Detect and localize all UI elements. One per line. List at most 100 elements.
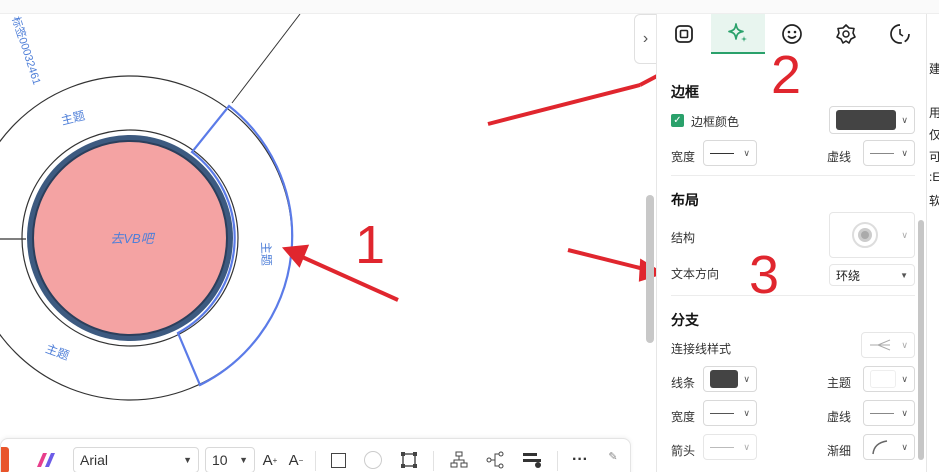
font-family-value: Arial xyxy=(80,452,109,468)
tab-theme[interactable] xyxy=(819,14,873,54)
arrow-select[interactable]: ∨ xyxy=(703,434,757,460)
sparkle-icon xyxy=(728,23,747,42)
chevron-right-icon: › xyxy=(642,30,649,47)
chevron-down-icon: ∨ xyxy=(743,147,750,158)
side-text: 可 xyxy=(929,148,939,165)
topic-color-label: 主题 xyxy=(827,376,852,390)
fill-style-icon[interactable] xyxy=(519,447,545,472)
more-button[interactable]: ··· xyxy=(567,447,593,472)
panel-scrollbar[interactable] xyxy=(918,220,924,460)
divider xyxy=(671,295,915,296)
taper-curve-icon xyxy=(872,440,888,455)
subtopic-label-bottom[interactable]: 主题 xyxy=(44,342,71,363)
chevron-down-icon: ∨ xyxy=(901,373,908,384)
more-label: ··· xyxy=(572,451,588,468)
increase-font-label: A xyxy=(262,451,273,469)
border-dash-label: 虚线 xyxy=(827,150,852,164)
text-direction-select[interactable]: 环绕 ▼ xyxy=(829,264,915,286)
mindmap-canvas[interactable]: 去VB吧 主题 主题 主题 标签00032461 1 xyxy=(0,0,644,472)
border-color-swatch xyxy=(836,110,896,130)
dash-sample xyxy=(870,412,894,414)
border-color-label: 边框颜色 xyxy=(691,115,740,129)
side-text: 建 xyxy=(929,60,939,77)
line-width-sample xyxy=(710,412,734,414)
arrow-3-part xyxy=(567,248,641,270)
annotation-arrows xyxy=(281,83,641,302)
increase-font-button[interactable]: A + xyxy=(259,447,281,472)
dash-sample xyxy=(870,152,894,154)
bottom-toolbar: Arial ▼ 10 ▼ A + A − ··· ✎ xyxy=(0,438,631,472)
line-color-label: 线条 xyxy=(671,376,696,390)
connector-style-select[interactable]: ∨ xyxy=(861,332,915,358)
pin-icon[interactable]: ✎ xyxy=(605,443,621,469)
collapse-panel-button[interactable]: › xyxy=(634,14,656,64)
tab-frame[interactable] xyxy=(657,14,711,54)
toolbar-divider xyxy=(315,451,316,471)
branch-dash-label: 虚线 xyxy=(827,410,852,424)
topic-color-picker[interactable]: ∨ xyxy=(863,366,915,392)
branch-section-title: 分支 xyxy=(671,312,699,328)
toolbar-divider xyxy=(557,451,558,471)
chevron-down-icon: ∨ xyxy=(901,147,908,158)
radial-structure-icon xyxy=(852,222,878,248)
shape-square-icon[interactable] xyxy=(327,447,349,472)
font-size-select[interactable]: 10 ▼ xyxy=(205,447,255,472)
badge-icon xyxy=(836,24,856,44)
line-color-picker[interactable]: ∨ xyxy=(703,366,757,392)
connector-style-label: 连接线样式 xyxy=(671,342,732,356)
decrease-font-button[interactable]: A − xyxy=(285,447,307,472)
chevron-down-icon: ∨ xyxy=(901,441,908,452)
shape-circle-icon[interactable] xyxy=(361,447,385,472)
chevron-down-icon: ∨ xyxy=(901,339,908,350)
canvas-scrollbar[interactable] xyxy=(646,195,654,343)
structure-label: 结构 xyxy=(671,231,696,245)
border-section-title: 边框 xyxy=(671,84,699,100)
text-direction-label: 文本方向 xyxy=(671,267,720,281)
chevron-down-icon: ∨ xyxy=(743,441,750,452)
side-panel-strip: 建 用 仅 可 :E 软 xyxy=(926,14,939,472)
arrow-label: 箭头 xyxy=(671,444,696,458)
subtopic-label-right[interactable]: 主题 xyxy=(259,242,274,266)
side-text: :E xyxy=(929,170,939,184)
tab-history[interactable] xyxy=(873,14,927,54)
border-dash-select[interactable]: ∨ xyxy=(863,140,915,166)
properties-panel: 2 边框 ✓ 边框颜色 ∨ 宽度 ∨ 虚线 ∨ 布局 结构 ∨ 文本方向 环绕 … xyxy=(656,14,926,472)
arrow-1-head xyxy=(281,244,310,268)
border-color-picker[interactable]: ∨ xyxy=(829,106,915,134)
top-strip xyxy=(0,0,939,14)
annotation-number-1: 1 xyxy=(355,215,386,275)
chevron-down-icon: ∨ xyxy=(901,114,908,125)
side-text: 软 xyxy=(929,192,939,209)
branch-width-select[interactable]: ∨ xyxy=(703,400,757,426)
font-family-select[interactable]: Arial ▼ xyxy=(73,447,199,472)
clock-icon xyxy=(890,24,910,44)
annotation-number-2: 2 xyxy=(771,45,802,105)
taper-select[interactable]: ∨ xyxy=(863,434,915,460)
tab-style[interactable] xyxy=(711,14,765,54)
chevron-down-icon: ∨ xyxy=(901,407,908,418)
chevron-down-icon: ∨ xyxy=(743,373,750,384)
chevron-down-icon: ▼ xyxy=(239,455,248,465)
border-width-select[interactable]: ∨ xyxy=(703,140,757,166)
branch-dash-select[interactable]: ∨ xyxy=(863,400,915,426)
rotated-label: 标签00032461 xyxy=(9,15,44,87)
toolbar-divider xyxy=(433,451,434,471)
topic-color-swatch xyxy=(870,370,896,388)
taper-label: 渐细 xyxy=(827,444,852,458)
frame-icon xyxy=(675,25,693,43)
chevron-down-icon: ∨ xyxy=(743,407,750,418)
border-color-checkbox[interactable]: ✓ xyxy=(671,114,684,127)
branch-structure-icon[interactable] xyxy=(483,447,507,472)
smiley-icon xyxy=(782,24,802,44)
org-chart-icon[interactable] xyxy=(447,447,471,472)
subtopic-label-top[interactable]: 主题 xyxy=(60,108,87,127)
connector-line xyxy=(231,13,301,104)
app-logo-icon xyxy=(1,447,9,472)
format-painter-icon[interactable] xyxy=(33,447,61,472)
chevron-down-icon: ▼ xyxy=(183,455,192,465)
structure-select[interactable]: ∨ xyxy=(829,212,915,258)
side-text: 仅 xyxy=(929,126,939,143)
border-width-label: 宽度 xyxy=(671,150,696,164)
transform-icon[interactable] xyxy=(397,447,421,472)
font-size-value: 10 xyxy=(212,452,228,468)
